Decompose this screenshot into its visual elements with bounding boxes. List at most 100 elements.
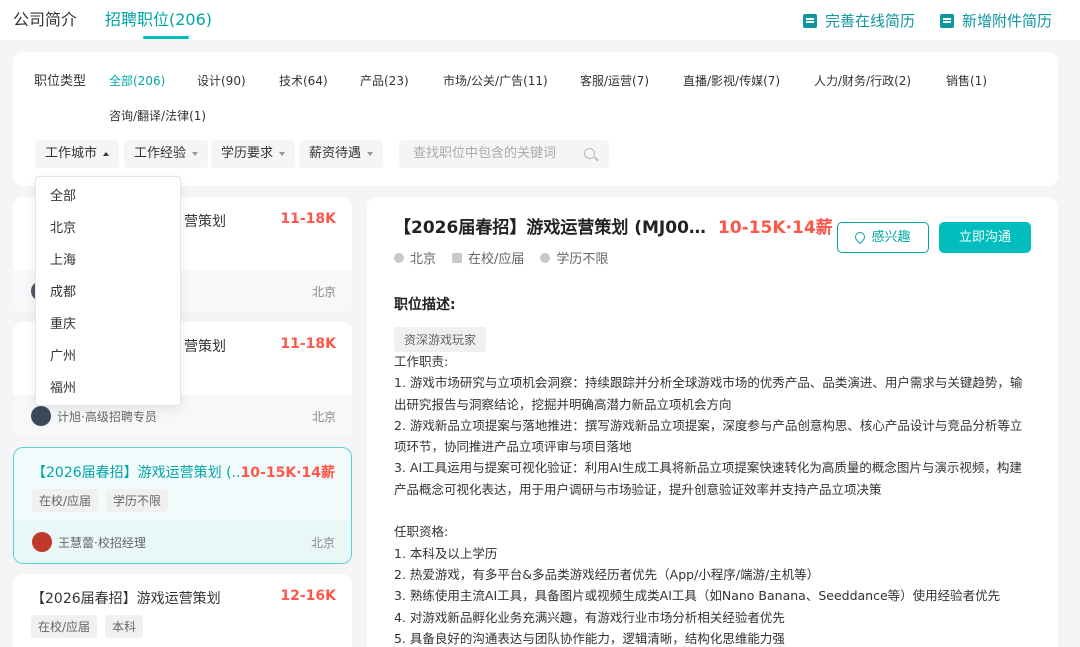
category-design[interactable]: 设计(90) [197, 72, 246, 89]
chevron-down-icon [279, 151, 286, 156]
experience-dropdown-label: 工作经验 [134, 146, 187, 161]
education-dropdown[interactable]: 学历要求 [211, 140, 296, 168]
job-title: 【2026届春招】游戏运营策划 [31, 591, 221, 607]
city-option-chongqing[interactable]: 重庆 [36, 309, 180, 341]
description-line: 2. 游戏新品立项提案与落地推进：撰写游戏新品立项提案，深度参与产品创意构思、核… [394, 417, 1023, 455]
chevron-down-icon [367, 151, 374, 156]
job-title: 营策划 [184, 214, 226, 230]
description-line: 1. 本科及以上学历 [394, 545, 498, 561]
category-tech[interactable]: 技术(64) [279, 72, 328, 89]
category-operations[interactable]: 客服/运营(7) [580, 72, 649, 89]
recruiter: 计旭·高级招聘专员 [31, 406, 157, 426]
heart-icon [853, 229, 868, 245]
tag-education: 本科 [105, 615, 144, 638]
job-salary: 12-16K [280, 588, 336, 604]
city-option-all[interactable]: 全部 [36, 181, 180, 213]
city-option-shanghai[interactable]: 上海 [36, 245, 180, 277]
city-option-fuzhou[interactable]: 福州 [36, 373, 180, 405]
description-line: 4. 对游戏新品孵化业务充满兴趣，有游戏行业市场分析相关经验者优先 [394, 609, 785, 625]
job-title: 营策划 [184, 339, 226, 355]
city-dropdown-label: 工作城市 [45, 146, 98, 161]
city-option-beijing[interactable]: 北京 [36, 213, 180, 245]
job-tags: 在校/应届 学历不限 [32, 489, 169, 512]
city-dropdown[interactable]: 工作城市 [35, 140, 120, 168]
job-city: 北京 [311, 285, 336, 299]
meta-city-label: 北京 [410, 252, 437, 267]
experience-dropdown[interactable]: 工作经验 [124, 140, 209, 168]
description-line: 3. 熟练使用主流AI工具，具备图片或视频生成类AI工具（如Nano Banan… [394, 588, 1001, 604]
job-description: 工作职责: 1. 游戏市场研究与立项机会洞察：持续跟踪并分析全球游戏市场的优秀产… [394, 351, 1034, 647]
job-city: 北京 [310, 536, 335, 550]
city-dropdown-menu: 全部 北京 上海 成都 重庆 广州 福州 [35, 176, 181, 406]
tag-graduate: 在校/应届 [32, 489, 99, 512]
salary-dropdown-label: 薪资待遇 [309, 146, 362, 161]
category-all[interactable]: 全部(206) [109, 72, 165, 89]
category-marketing[interactable]: 市场/公关/广告(11) [443, 72, 548, 89]
recruiter-name: 计旭·高级招聘专员 [57, 409, 157, 424]
recruiter-name: 王慧蕾·校招经理 [58, 535, 146, 550]
search-icon[interactable] [584, 148, 595, 159]
salary-dropdown[interactable]: 薪资待遇 [299, 140, 384, 168]
keyword-search-input[interactable]: 查找职位中包含的关键词 [399, 140, 609, 168]
resume-icon [803, 13, 817, 28]
category-sales[interactable]: 销售(1) [946, 72, 987, 89]
meta-experience: 在校/应届 [452, 248, 524, 267]
job-tags: 在校/应届 本科 [31, 615, 144, 638]
tag-education: 学历不限 [106, 489, 169, 512]
chevron-up-icon [103, 151, 110, 156]
job-card[interactable]: 【2026届春招】游戏运营策划 12-16K 在校/应届 本科 [13, 574, 352, 647]
meta-city: 北京 [394, 248, 436, 267]
job-salary: 11-18K [280, 336, 336, 352]
job-salary: 10-15K·14薪 [240, 465, 335, 481]
complete-resume-button[interactable]: 完善在线简历 [803, 10, 915, 31]
job-card-footer: 王慧蕾·校招经理 北京 [14, 521, 351, 563]
chevron-down-icon [192, 151, 199, 156]
category-consulting[interactable]: 咨询/翻译/法律(1) [109, 107, 206, 124]
job-title: 【2026届春招】游戏运营策划 (... [32, 465, 245, 481]
section-title: 职位描述: [394, 297, 456, 313]
tab-job-openings[interactable]: 招聘职位(206) [105, 6, 212, 30]
category-hr-finance[interactable]: 人力/财务/行政(2) [814, 72, 911, 89]
description-line [394, 500, 1034, 521]
avatar [32, 532, 52, 552]
detail-title: 【2026届春招】游戏运营策划 (MJ00... [394, 218, 706, 238]
location-icon [394, 252, 404, 263]
interested-button[interactable]: 感兴趣 [837, 222, 929, 253]
meta-education-label: 学历不限 [556, 252, 609, 267]
top-bar: 公司简介 招聘职位(206) 完善在线简历 新增附件简历 [0, 0, 1080, 40]
education-dropdown-label: 学历要求 [221, 146, 274, 161]
description-line: 工作职责: [394, 354, 449, 369]
tab-company-intro[interactable]: 公司简介 [13, 6, 77, 30]
detail-salary: 10-15K·14薪 [718, 218, 833, 238]
description-line: 1. 游戏市场研究与立项机会洞察：持续跟踪并分析全球游戏市场的优秀产品、品类演进… [394, 375, 1023, 412]
add-attachment-resume-button[interactable]: 新增附件简历 [940, 10, 1052, 31]
tag-graduate: 在校/应届 [31, 615, 98, 638]
description-line: 5. 具备良好的沟通表达与团队协作能力，逻辑清晰，结构化思维能力强 [394, 630, 785, 646]
skill-tag: 资深游戏玩家 [394, 327, 487, 352]
filter-panel: 职位类型 全部(206) 设计(90) 技术(64) 产品(23) 市场/公关/… [13, 52, 1058, 186]
search-placeholder: 查找职位中包含的关键词 [413, 146, 557, 161]
job-card-selected[interactable]: 【2026届春招】游戏运营策划 (... 10-15K·14薪 在校/应届 学历… [13, 447, 352, 564]
city-option-guangzhou[interactable]: 广州 [36, 341, 180, 373]
avatar [31, 406, 51, 426]
recruiter: 王慧蕾·校招经理 [32, 532, 146, 552]
job-city: 北京 [311, 410, 336, 424]
chat-now-button[interactable]: 立即沟通 [939, 222, 1031, 253]
interested-label: 感兴趣 [871, 230, 911, 245]
job-detail-panel: 【2026届春招】游戏运营策划 (MJ00... 10-15K·14薪 北京 在… [367, 197, 1058, 647]
category-media[interactable]: 直播/影视/传媒(7) [683, 72, 780, 89]
description-line: 3. AI工具运用与提案可视化验证：利用AI生成工具将新品立项提案快速转化为高质… [394, 460, 1022, 497]
graduation-cap-icon [540, 252, 551, 263]
active-tab-indicator [143, 36, 189, 39]
meta-education: 学历不限 [540, 248, 608, 267]
category-product[interactable]: 产品(23) [360, 72, 409, 89]
description-line: 任职资格: [394, 524, 449, 540]
job-salary: 11-18K [280, 211, 336, 227]
add-attachment-label: 新增附件简历 [962, 12, 1053, 30]
description-line: 2. 热爱游戏，有多平台&多品类游戏经历者优先（App/小程序/端游/主机等） [394, 566, 820, 582]
job-type-label: 职位类型 [34, 74, 87, 89]
city-option-chengdu[interactable]: 成都 [36, 277, 180, 309]
briefcase-icon [452, 252, 463, 263]
chat-now-label: 立即沟通 [958, 230, 1011, 245]
detail-meta: 北京 在校/应届 学历不限 [394, 248, 608, 267]
